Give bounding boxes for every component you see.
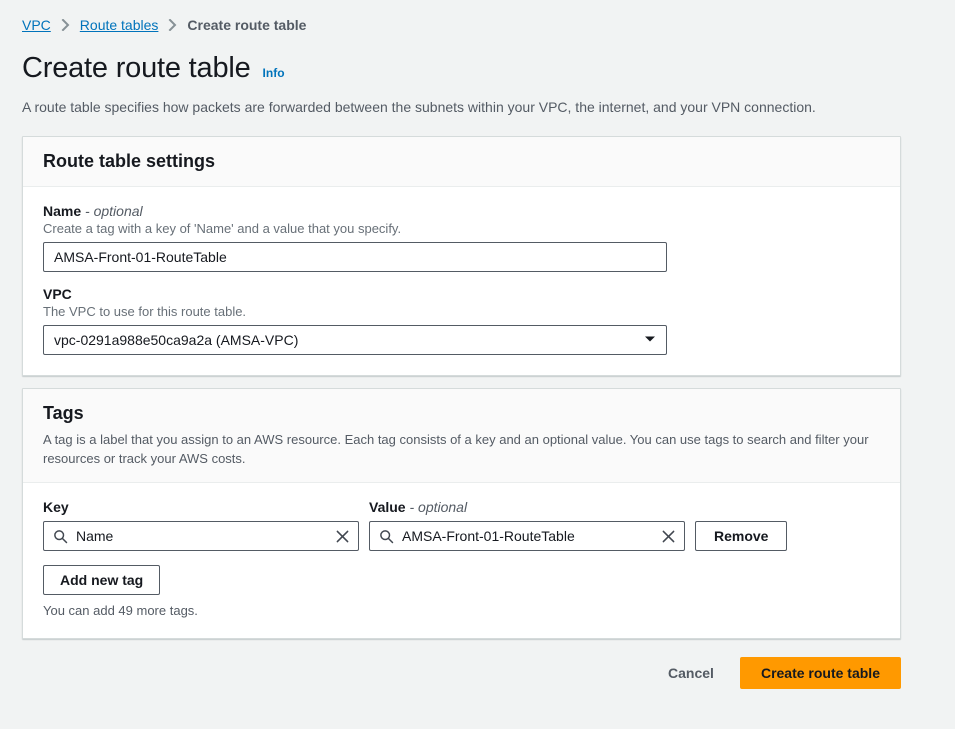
breadcrumb-item-route-tables[interactable]: Route tables <box>80 17 159 33</box>
search-icon <box>53 529 68 544</box>
tags-panel-title: Tags <box>43 403 84 423</box>
breadcrumb: VPC Route tables Create route table <box>0 0 955 36</box>
remove-tag-button[interactable]: Remove <box>695 521 788 551</box>
vpc-field-hint: The VPC to use for this route table. <box>43 304 247 319</box>
title-row: Create route table Info <box>22 52 933 85</box>
close-icon-2[interactable] <box>662 530 675 543</box>
tag-key-value: Name <box>76 528 114 544</box>
tag-value-label: Value - optional <box>369 499 685 515</box>
close-icon[interactable] <box>336 530 349 543</box>
create-route-table-page: VPC Route tables Create route table Crea… <box>0 0 955 729</box>
tag-value-text: AMSA-Front-01-RouteTable <box>402 528 575 544</box>
vpc-select-value: vpc-0291a988e50ca9a2a (AMSA-VPC) <box>54 332 299 348</box>
tags-panel: Tags A tag is a label that you assign to… <box>22 388 901 639</box>
name-field-hint: Create a tag with a key of 'Name' and a … <box>43 221 402 236</box>
vpc-select[interactable]: vpc-0291a988e50ca9a2a (AMSA-VPC) <box>43 325 667 355</box>
tag-value-column: Value - optional AMSA-Front-01-RouteTabl… <box>369 499 685 551</box>
tags-panel-header: Tags A tag is a label that you assign to… <box>23 389 900 483</box>
tag-row: Key Name Value - optional AMSA-Front-01-… <box>43 499 880 551</box>
tag-key-column: Key Name <box>43 499 359 551</box>
name-input[interactable] <box>43 242 667 272</box>
name-field-label: Name - optional <box>43 203 880 219</box>
tag-value-label-text: Value <box>369 499 406 515</box>
search-icon-2 <box>379 529 394 544</box>
tags-remaining-note: You can add 49 more tags. <box>43 603 198 618</box>
chevron-down-icon <box>644 335 656 346</box>
breadcrumb-item-current: Create route table <box>187 17 307 33</box>
settings-panel-body: Name - optional Create a tag with a key … <box>23 187 900 375</box>
chevron-right-icon-2 <box>168 19 177 31</box>
tags-panel-body: Key Name Value - optional AMSA-Front-01-… <box>23 483 900 638</box>
tag-value-input[interactable]: AMSA-Front-01-RouteTable <box>369 521 685 551</box>
create-route-table-button[interactable]: Create route table <box>739 657 901 689</box>
tag-key-label: Key <box>43 499 69 515</box>
vpc-field-group: VPC The VPC to use for this route table.… <box>43 286 880 355</box>
settings-panel-header: Route table settings <box>23 137 900 187</box>
vpc-label-text: VPC <box>43 286 72 302</box>
tags-panel-description: A tag is a label that you assign to an A… <box>43 432 869 466</box>
page-header: Create route table Info A route table sp… <box>0 36 955 118</box>
info-link[interactable]: Info <box>263 66 285 80</box>
tag-key-input[interactable]: Name <box>43 521 359 551</box>
settings-panel-title: Route table settings <box>43 151 216 171</box>
add-new-tag-button[interactable]: Add new tag <box>43 565 161 595</box>
cancel-button[interactable]: Cancel <box>664 659 718 687</box>
route-table-settings-panel: Route table settings Name - optional Cre… <box>22 136 901 376</box>
page-title: Create route table <box>22 52 251 84</box>
chevron-right-icon <box>61 19 70 31</box>
name-field-group: Name - optional Create a tag with a key … <box>43 203 880 272</box>
form-actions: Cancel Create route table <box>22 657 901 689</box>
name-optional-suffix: - optional <box>85 203 143 219</box>
name-label-text: Name <box>43 203 82 219</box>
vpc-field-label: VPC <box>43 286 880 302</box>
page-description: A route table specifies how packets are … <box>22 99 816 115</box>
tag-value-optional-suffix: - optional <box>409 499 468 515</box>
breadcrumb-item-vpc[interactable]: VPC <box>22 17 51 33</box>
